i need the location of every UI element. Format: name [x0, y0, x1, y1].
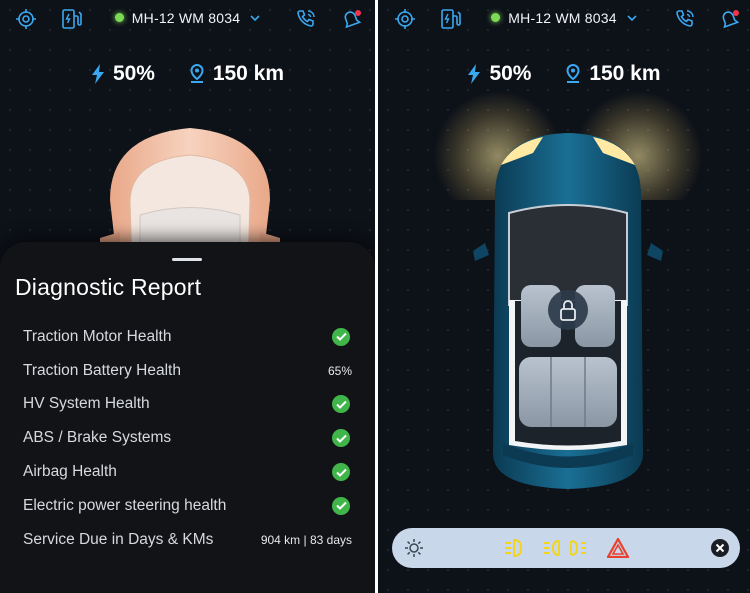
report-row: Electric power steering health [23, 489, 352, 523]
report-row: Airbag Health [23, 455, 352, 489]
vehicle-controls-screen: MH-12 WM 8034 50% 150 km [378, 0, 750, 593]
lightning-icon [91, 64, 104, 84]
headlight-icon [505, 538, 523, 558]
report-item-label: Service Due in Days & KMs [23, 530, 214, 548]
light-settings-icon [405, 539, 423, 557]
range-stat: 150 km [565, 62, 661, 86]
battery-stat: 50% [467, 62, 531, 86]
location-pin-icon [190, 64, 204, 83]
check-icon [332, 463, 350, 482]
report-row: Service Due in Days & KMs 904 km | 83 da… [23, 523, 352, 557]
battery-value: 50% [489, 62, 532, 85]
hazard-button[interactable] [606, 536, 630, 560]
report-row: HV System Health [23, 388, 352, 422]
top-bar: MH-12 WM 8034 [0, 6, 375, 34]
lightning-icon [468, 64, 481, 84]
chevron-down-icon [250, 15, 260, 22]
diagnostic-screen: MH-12 WM 8034 50% 150 km Diagnostic Repo… [0, 0, 375, 593]
chevron-down-icon [627, 15, 637, 22]
drag-handle[interactable] [172, 258, 202, 261]
plate-number: MH-12 WM 8034 [508, 10, 617, 26]
report-title: Diagnostic Report [15, 274, 202, 300]
check-icon [332, 327, 350, 346]
parking-lights-button[interactable] [542, 536, 588, 560]
battery-value: 50% [112, 62, 155, 85]
phone-call-icon[interactable] [295, 8, 317, 30]
check-icon [332, 395, 350, 414]
report-list: Traction Motor Health Traction Battery H… [23, 320, 352, 557]
check-icon [332, 429, 350, 448]
report-item-value: 904 km | 83 days [260, 532, 352, 547]
light-settings-button[interactable] [402, 536, 426, 560]
check-icon [332, 496, 350, 515]
report-item-label: HV System Health [23, 395, 150, 413]
range-stat: 150 km [189, 62, 284, 86]
vehicle-stats: 50% 150 km [0, 62, 375, 90]
report-item-label: Airbag Health [23, 463, 117, 481]
range-value: 150 km [589, 62, 661, 85]
top-bar: MH-12 WM 8034 [378, 6, 750, 34]
range-value: 150 km [212, 62, 285, 85]
alert-bell-icon[interactable] [718, 8, 740, 30]
report-item-label: Electric power steering health [23, 496, 227, 514]
diagnostic-report-panel[interactable]: Diagnostic Report Traction Motor Health … [0, 242, 375, 593]
close-icon [711, 539, 729, 557]
plate-number: MH-12 WM 8034 [131, 10, 241, 26]
lock-toggle-button[interactable] [548, 290, 588, 330]
vehicle-selector[interactable]: MH-12 WM 8034 [0, 10, 375, 26]
report-row: Traction Battery Health 65% [23, 354, 352, 388]
light-controls-bar [392, 528, 740, 568]
report-row: ABS / Brake Systems [23, 421, 352, 455]
headlight-button[interactable] [502, 536, 526, 560]
phone-call-icon[interactable] [674, 8, 696, 30]
status-dot [114, 13, 124, 22]
location-pin-icon [566, 64, 580, 83]
status-dot [491, 13, 501, 22]
report-item-value: 65% [327, 363, 352, 378]
report-item-label: ABS / Brake Systems [23, 429, 172, 447]
hazard-icon [607, 538, 629, 558]
battery-stat: 50% [91, 62, 155, 86]
parking-lights-icon [544, 540, 586, 556]
report-item-label: Traction Motor Health [23, 327, 172, 345]
alert-bell-icon[interactable] [340, 8, 362, 30]
report-item-label: Traction Battery Health [23, 361, 181, 379]
vehicle-stats: 50% 150 km [378, 62, 750, 90]
report-row: Traction Motor Health [23, 320, 352, 354]
close-button[interactable] [708, 536, 732, 560]
